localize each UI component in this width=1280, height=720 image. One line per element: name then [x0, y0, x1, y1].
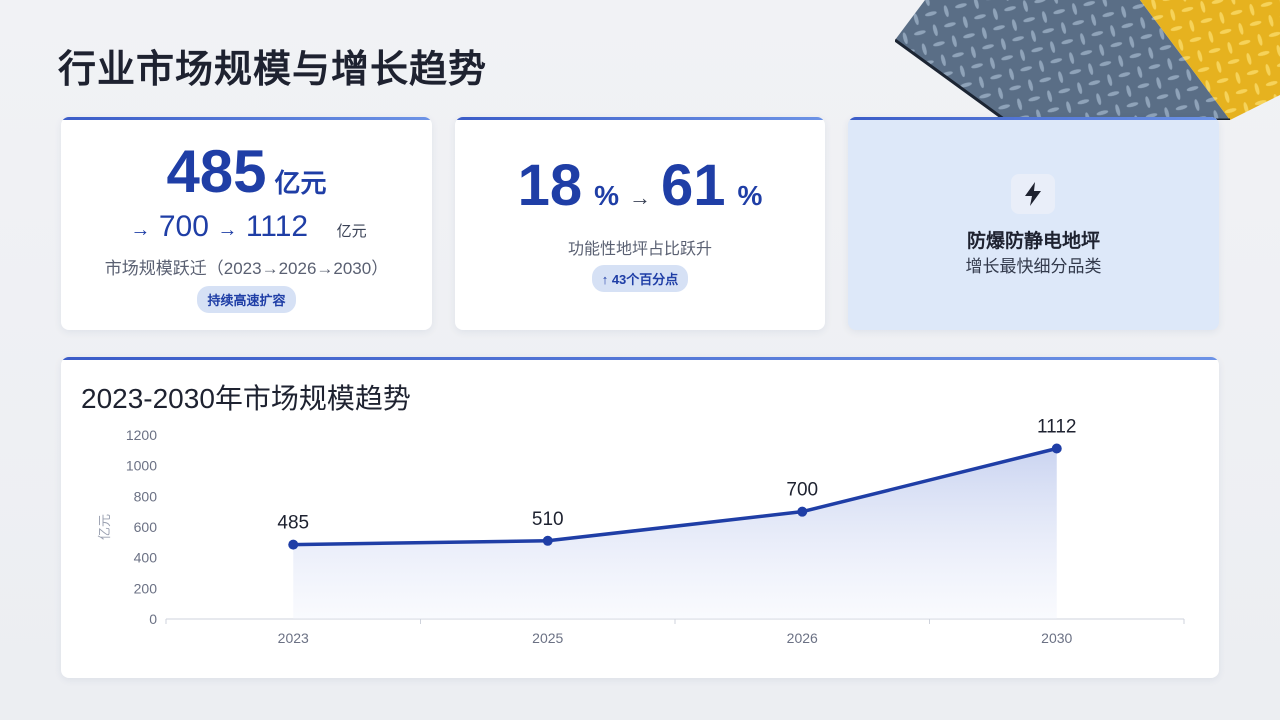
- functional-share-card: 18% → 61% 功能性地坪占比跃升 ↑ 43个百分点: [455, 117, 825, 330]
- y-tick-label: 1000: [126, 458, 157, 474]
- data-label: 485: [277, 513, 309, 534]
- y-tick-label: 0: [149, 611, 157, 627]
- share-from-value: 18: [517, 153, 583, 218]
- market-size-description: 市场规模跃迁（2023→2026→2030）: [104, 259, 389, 278]
- share-description: 功能性地坪占比跃升: [567, 241, 712, 258]
- share-to-percent: %: [737, 180, 763, 211]
- market-size-card: 485 亿元 → 700 → 1112 亿元 市场规模跃迁（2023→2026→2…: [61, 117, 432, 330]
- lightning-icon: [1011, 174, 1055, 214]
- market-size-steps: → 700 → 1112 亿元: [61, 210, 432, 244]
- arrow-right-icon: →: [217, 219, 238, 241]
- anti-slip-floor-plate-image: [895, 0, 1280, 120]
- data-point: [1051, 443, 1062, 454]
- market-size-unit: 亿元: [274, 168, 327, 198]
- data-label: 510: [532, 509, 564, 530]
- y-tick-label: 800: [134, 488, 158, 504]
- x-tick-label: 2030: [1041, 630, 1072, 646]
- step-value-2026: 700: [158, 210, 209, 243]
- y-tick-label: 600: [134, 519, 158, 535]
- category-heading: 防爆防静电地坪: [966, 231, 1100, 252]
- arrow-right-icon: →: [629, 185, 651, 210]
- data-point: [797, 506, 808, 517]
- data-label: 700: [786, 480, 818, 501]
- market-size-badge: 持续高速扩容: [197, 286, 296, 313]
- y-tick-label: 400: [134, 550, 158, 566]
- x-tick-label: 2026: [787, 630, 818, 646]
- page-title: 行业市场规模与增长趋势: [58, 49, 488, 91]
- data-point: [288, 539, 299, 550]
- y-tick-label: 1200: [126, 427, 157, 443]
- x-tick-label: 2025: [532, 630, 563, 646]
- step-value-2030: 1112: [245, 210, 309, 243]
- steps-unit: 亿元: [336, 223, 367, 240]
- trend-line-chart: 0 200 400 600 800 1000 1200 亿元 2023 2025 2026 2030 4…: [97, 416, 1185, 646]
- share-from-percent: %: [594, 180, 619, 211]
- fastest-category-card: 防爆防静电地坪 增长最快细分品类: [848, 117, 1219, 330]
- series-area: [293, 448, 1057, 619]
- category-subheading: 增长最快细分品类: [965, 257, 1102, 276]
- market-size-value: 485: [166, 138, 267, 205]
- x-tick-label: 2023: [278, 630, 309, 646]
- data-label: 1112: [1037, 416, 1076, 437]
- y-tick-label: 200: [134, 580, 158, 596]
- y-axis-label: 亿元: [97, 514, 112, 540]
- share-to-value: 61: [661, 153, 726, 218]
- arrow-right-icon: →: [130, 219, 151, 241]
- share-badge: ↑ 43个百分点: [591, 265, 689, 292]
- data-point: [542, 535, 553, 546]
- trend-chart-card: 2023-2030年市场规模趋势 0 200 400 600 800 1000 1200 亿元…: [61, 357, 1219, 678]
